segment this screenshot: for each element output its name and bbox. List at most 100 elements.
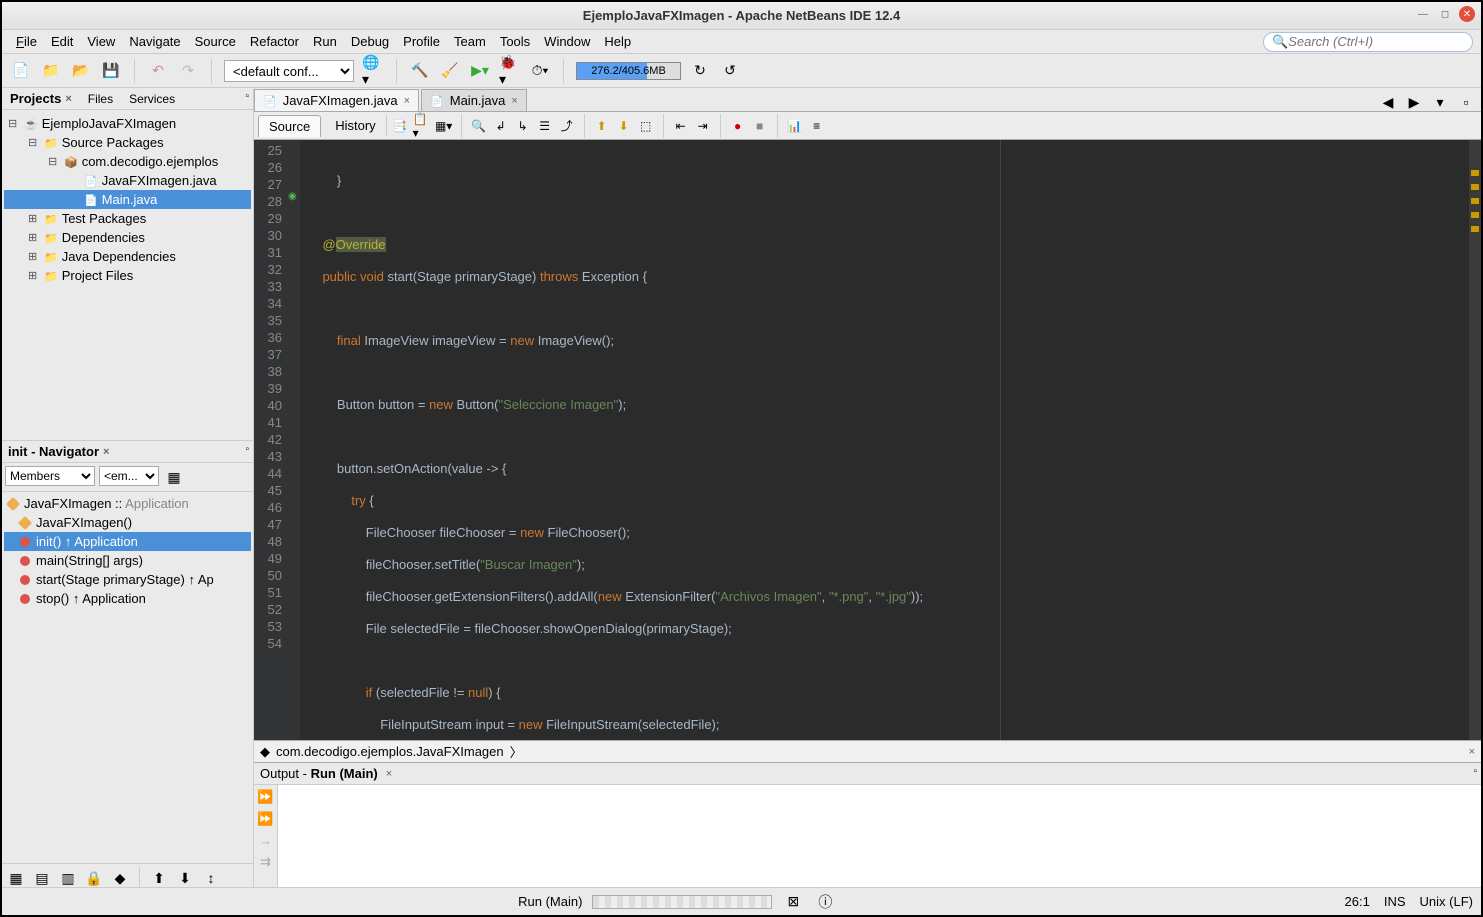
editor-tb-icon[interactable]: ↲ — [492, 117, 510, 135]
tab-list-icon[interactable]: ▾ — [1429, 91, 1451, 113]
nav-init[interactable]: init() ↑ Application — [4, 532, 251, 551]
nav-tb-icon[interactable]: ⬆ — [148, 867, 170, 889]
nav-start[interactable]: start(Stage primaryStage) ↑ Ap — [4, 570, 251, 589]
nav-tb-icon[interactable]: 🔒 — [83, 867, 105, 889]
line-ending[interactable]: Unix (LF) — [1420, 894, 1473, 909]
close-icon[interactable]: × — [1469, 746, 1475, 758]
editor-tb-icon[interactable]: ⤴ — [558, 117, 576, 135]
nav-tb-icon[interactable]: ▥ — [57, 867, 79, 889]
world-icon[interactable]: 🌐▾ — [362, 60, 384, 82]
code-editor[interactable]: 2526272829303132333435363738394041424344… — [254, 140, 1481, 740]
close-icon[interactable]: × — [103, 446, 109, 458]
menu-debug[interactable]: Debug — [345, 32, 395, 51]
menu-profile[interactable]: Profile — [397, 32, 446, 51]
menu-tools[interactable]: Tools — [494, 32, 536, 51]
stop-macro-icon[interactable]: ■ — [751, 117, 769, 135]
source-view-button[interactable]: Source — [258, 115, 321, 137]
stop-task-icon[interactable]: ⊠ — [782, 891, 804, 913]
debug-icon[interactable]: 🐞▾ — [499, 60, 521, 82]
minimize-panel-icon[interactable]: ▫ — [245, 91, 249, 102]
tree-project-files[interactable]: ⊞Project Files — [4, 266, 251, 285]
editor-tb-icon[interactable]: ≡ — [808, 117, 826, 135]
editor-tb-icon[interactable]: ▦▾ — [435, 117, 453, 135]
save-all-icon[interactable]: 💾 — [100, 60, 122, 82]
stop-icon[interactable]: → — [259, 833, 272, 848]
editor-tb-icon[interactable]: ↳ — [514, 117, 532, 135]
undo-icon[interactable]: ↶ — [147, 60, 169, 82]
tree-java-dependencies[interactable]: ⊞Java Dependencies — [4, 247, 251, 266]
rerun-icon[interactable]: ⏩ — [257, 789, 273, 805]
editor-tb-icon[interactable]: 📋▾ — [413, 117, 431, 135]
editor-tab-javafximagen[interactable]: JavaFXImagen.java× — [254, 89, 419, 111]
tree-package[interactable]: ⊟com.decodigo.ejemplos — [4, 152, 251, 171]
nav-tb-icon[interactable]: ◆ — [109, 867, 131, 889]
menu-navigate[interactable]: Navigate — [123, 32, 186, 51]
record-macro-icon[interactable]: ● — [729, 117, 747, 135]
minimize-panel-icon[interactable]: ▫ — [245, 444, 249, 455]
nav-stop[interactable]: stop() ↑ Application — [4, 589, 251, 608]
insert-mode[interactable]: INS — [1384, 894, 1406, 909]
menu-edit[interactable]: Edit — [45, 32, 79, 51]
menu-file[interactable]: File — [10, 32, 43, 51]
editor-tb-icon[interactable]: 🔍 — [470, 117, 488, 135]
close-icon[interactable]: × — [404, 95, 410, 107]
new-project-icon[interactable]: 📁 — [40, 60, 62, 82]
nav-main[interactable]: main(String[] args) — [4, 551, 251, 570]
tab-projects[interactable]: Projects× — [2, 88, 80, 109]
nav-constructor[interactable]: JavaFXImagen() — [4, 513, 251, 532]
overview-ruler[interactable] — [1469, 140, 1481, 740]
editor-tb-icon[interactable]: ⬇ — [615, 117, 633, 135]
minimize-button[interactable]: — — [1415, 6, 1431, 22]
nav-class[interactable]: JavaFXImagen :: Application — [4, 494, 251, 513]
new-file-icon[interactable]: 📄 — [10, 60, 32, 82]
menu-window[interactable]: Window — [538, 32, 596, 51]
maximize-button[interactable]: ◻ — [1437, 6, 1453, 22]
editor-tb-icon[interactable]: ⬚ — [637, 117, 655, 135]
tree-source-packages[interactable]: ⊟Source Packages — [4, 133, 251, 152]
menu-view[interactable]: View — [81, 32, 121, 51]
editor-tb-icon[interactable]: ⇥ — [694, 117, 712, 135]
close-icon[interactable]: × — [386, 768, 392, 780]
memory-gauge[interactable]: 276.2/405.6MB — [576, 62, 681, 80]
close-button[interactable]: ✕ — [1459, 6, 1475, 22]
nav-tb-icon[interactable]: ⬇ — [174, 867, 196, 889]
output-text[interactable] — [278, 785, 1481, 887]
pull-icon[interactable]: ↻ — [689, 60, 711, 82]
menu-help[interactable]: Help — [598, 32, 637, 51]
editor-tb-icon[interactable]: ⬆ — [593, 117, 611, 135]
push-icon[interactable]: ↺ — [719, 60, 741, 82]
menu-source[interactable]: Source — [189, 32, 242, 51]
close-icon[interactable]: × — [65, 93, 71, 105]
nav-tb-icon[interactable]: ↕ — [200, 867, 222, 889]
history-view-button[interactable]: History — [325, 115, 386, 136]
rerun-failed-icon[interactable]: ⏩ — [257, 811, 273, 827]
profile-icon[interactable]: ⏱▾ — [529, 60, 551, 82]
nav-tb-icon[interactable]: ▤ — [31, 867, 53, 889]
tree-test-packages[interactable]: ⊞Test Packages — [4, 209, 251, 228]
tab-services[interactable]: Services — [121, 88, 183, 109]
prev-tab-icon[interactable]: ◀ — [1377, 91, 1399, 113]
open-icon[interactable]: 📂 — [70, 60, 92, 82]
tree-file-javafximagen[interactable]: JavaFXImagen.java — [4, 171, 251, 190]
progress-bar[interactable] — [592, 895, 772, 909]
run-config-select[interactable]: <default conf... — [224, 60, 354, 82]
code-area[interactable]: } @Override public void start(Stage prim… — [300, 140, 1469, 740]
minimize-panel-icon[interactable]: ▫ — [1473, 766, 1477, 777]
notifications-icon[interactable]: ⓘ — [814, 891, 836, 913]
filter-icon[interactable]: ▦ — [163, 466, 185, 488]
navigator-view-select[interactable]: Members — [5, 466, 95, 486]
editor-tb-icon[interactable]: 📑 — [391, 117, 409, 135]
run-icon[interactable]: ▶▾ — [469, 60, 491, 82]
editor-tb-icon[interactable]: 📊 — [786, 117, 804, 135]
menu-team[interactable]: Team — [448, 32, 492, 51]
maximize-editor-icon[interactable]: ▫ — [1455, 91, 1477, 113]
next-tab-icon[interactable]: ▶ — [1403, 91, 1425, 113]
tree-file-main[interactable]: Main.java — [4, 190, 251, 209]
tree-root[interactable]: ⊟EjemploJavaFXImagen — [4, 114, 251, 133]
close-icon[interactable]: × — [511, 95, 517, 107]
redo-icon[interactable]: ↷ — [177, 60, 199, 82]
tab-files[interactable]: Files — [80, 88, 121, 109]
menu-run[interactable]: Run — [307, 32, 343, 51]
search-input[interactable] — [1288, 34, 1464, 49]
editor-tab-main[interactable]: Main.java× — [421, 89, 527, 111]
